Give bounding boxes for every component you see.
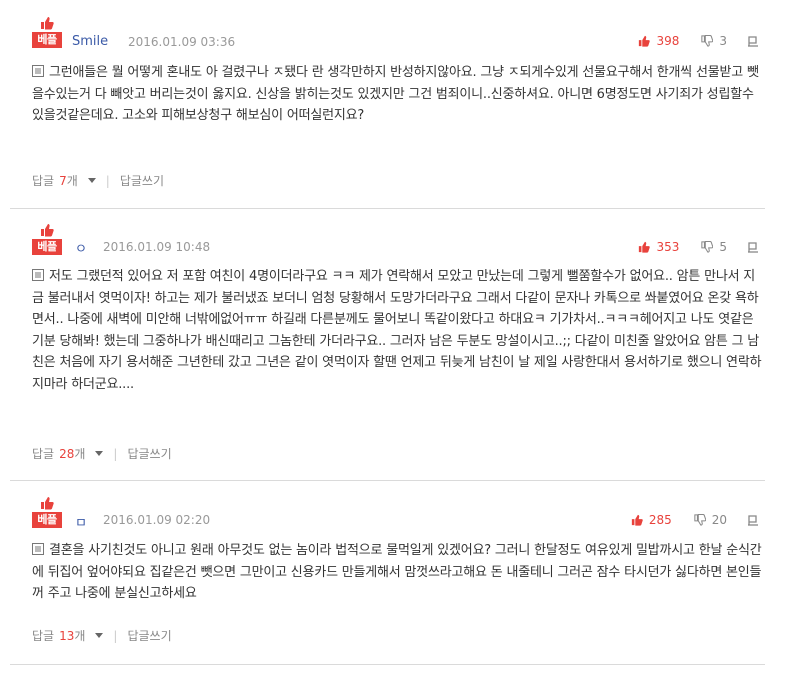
report-icon[interactable] — [747, 35, 759, 47]
thumbs-down-icon — [694, 514, 706, 526]
dislike-count: 20 — [711, 513, 727, 527]
thumbs-down-icon — [701, 35, 714, 47]
like-count: 353 — [656, 240, 680, 254]
like-count: 285 — [648, 513, 672, 527]
comment-text: 저도 그랬던적 있어요 저 포함 여친이 4명이더라구요 ㅋㅋ 제가 연락해서 … — [32, 269, 762, 392]
divider: | — [105, 173, 110, 188]
reply-toggle[interactable]: 답글 28개 — [32, 445, 85, 462]
reply-unit: 개 — [74, 447, 86, 461]
comment-date: 2016.01.09 02:20 — [103, 513, 211, 527]
like-button[interactable]: 353 — [638, 240, 679, 254]
divider: | — [113, 446, 118, 461]
reply-write-button[interactable]: 답글쓰기 — [127, 445, 171, 462]
comment-actions: 285 20 — [631, 513, 765, 527]
comment-icon — [32, 65, 44, 77]
reply-write-button[interactable]: 답글쓰기 — [120, 172, 164, 189]
reply-row: 답글 28개 | 답글쓰기 — [32, 445, 172, 462]
dislike-count: 5 — [719, 240, 727, 254]
comment-text: 그런애들은 뭘 어떻게 혼내도 아 걸렸구나 ㅈ됐다 란 생각만하지 반성하지않… — [32, 65, 759, 123]
like-button[interactable]: 398 — [638, 34, 679, 48]
reply-write-button[interactable]: 답글쓰기 — [127, 627, 171, 644]
divider: | — [113, 628, 118, 643]
best-label: 베플 — [32, 239, 62, 255]
comment-text-wrap: 결혼을 사기친것도 아니고 원래 아무것도 없는 놈이라 법적으로 물먹일게 있… — [32, 540, 762, 605]
reply-unit: 개 — [66, 174, 78, 188]
comment-icon — [32, 269, 44, 281]
dislike-count: 3 — [719, 34, 727, 48]
best-badge: 베플 — [32, 496, 62, 530]
comment-separator — [10, 664, 765, 665]
reply-toggle[interactable]: 답글 7개 — [32, 172, 78, 189]
best-label: 베플 — [32, 512, 62, 528]
comment-separator — [10, 480, 765, 481]
reply-toggle[interactable]: 답글 13개 — [32, 627, 85, 644]
best-label: 베플 — [32, 32, 62, 48]
reply-label: 답글 — [32, 447, 55, 461]
comment-actions: 398 3 — [638, 34, 765, 48]
like-button[interactable]: 285 — [631, 513, 672, 527]
thumbs-up-icon — [41, 224, 54, 237]
report-icon[interactable] — [747, 241, 759, 253]
thumbs-up-icon — [639, 35, 651, 47]
like-count: 398 — [656, 34, 680, 48]
thumbs-up-icon — [631, 514, 643, 526]
reply-count: 7 — [59, 174, 67, 188]
username[interactable]: ㅇ — [75, 238, 87, 257]
chevron-down-icon[interactable] — [95, 633, 104, 638]
reply-row: 답글 7개 | 답글쓰기 — [32, 172, 164, 189]
thumbs-down-icon — [701, 241, 714, 253]
thumbs-up-icon — [639, 241, 651, 253]
reply-label: 답글 — [32, 629, 55, 643]
dislike-button[interactable]: 5 — [701, 240, 727, 254]
comment-separator — [10, 208, 765, 209]
comment-list: 베플 Smile 2016.01.09 03:36 398 3 그런애들은 뭘 … — [0, 0, 795, 677]
username[interactable]: Smile — [72, 34, 108, 49]
comment-icon — [32, 543, 44, 555]
best-badge: 베플 — [32, 16, 62, 50]
chevron-down-icon[interactable] — [87, 178, 96, 183]
dislike-button[interactable]: 20 — [694, 513, 727, 527]
report-icon[interactable] — [747, 514, 759, 526]
comment-date: 2016.01.09 03:36 — [128, 35, 236, 49]
dislike-button[interactable]: 3 — [701, 34, 727, 48]
reply-unit: 개 — [74, 629, 86, 643]
reply-row: 답글 13개 | 답글쓰기 — [32, 627, 172, 644]
username[interactable]: ㅁ — [75, 512, 87, 531]
reply-label: 답글 — [32, 174, 55, 188]
comment-date: 2016.01.09 10:48 — [103, 240, 211, 254]
thumbs-up-icon — [41, 17, 54, 30]
reply-count: 28 — [59, 447, 75, 461]
best-badge: 베플 — [32, 223, 62, 257]
reply-count: 13 — [59, 629, 75, 643]
comment-text-wrap: 그런애들은 뭘 어떻게 혼내도 아 걸렸구나 ㅈ됐다 란 생각만하지 반성하지않… — [32, 62, 762, 127]
comment-actions: 353 5 — [638, 240, 765, 254]
chevron-down-icon[interactable] — [95, 451, 104, 456]
comment-text-wrap: 저도 그랬던적 있어요 저 포함 여친이 4명이더라구요 ㅋㅋ 제가 연락해서 … — [32, 266, 762, 395]
thumbs-up-icon — [41, 497, 54, 510]
comment-text: 결혼을 사기친것도 아니고 원래 아무것도 없는 놈이라 법적으로 물먹일게 있… — [32, 543, 762, 601]
